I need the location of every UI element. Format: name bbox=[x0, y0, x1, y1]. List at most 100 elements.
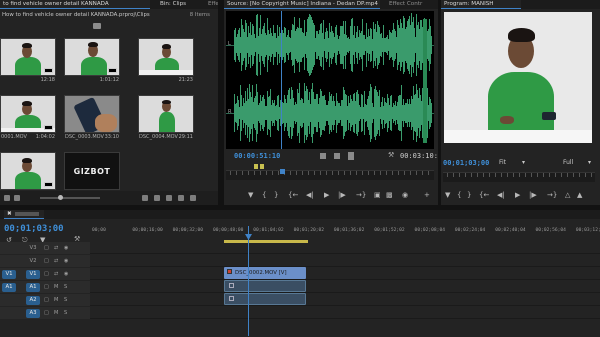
tab-effect-controls[interactable]: Effect Contr bbox=[386, 0, 438, 9]
source-playhead[interactable] bbox=[281, 11, 282, 149]
step-forward-icon[interactable]: |▶ bbox=[338, 190, 346, 200]
track-target-a3[interactable]: A3 bbox=[26, 309, 40, 318]
timeline-playhead[interactable] bbox=[248, 226, 249, 336]
track-row-v3[interactable]: V3 □ ⇄ ◉ bbox=[0, 242, 600, 254]
go-to-in-icon[interactable]: {← bbox=[479, 190, 489, 200]
sync-lock-icon[interactable]: ⇄ bbox=[54, 245, 58, 251]
find-icon[interactable] bbox=[154, 195, 160, 201]
folder-icon[interactable] bbox=[93, 23, 101, 29]
eye-icon[interactable]: ◉ bbox=[64, 258, 68, 264]
source-scrub-bar[interactable] bbox=[226, 170, 434, 180]
lock-icon[interactable]: □ bbox=[44, 310, 49, 316]
step-back-icon[interactable]: ◀| bbox=[497, 190, 505, 200]
clip-thumbnail[interactable]: GIZBOT bbox=[64, 152, 120, 190]
resolution-dropdown[interactable]: Full ▾ bbox=[563, 159, 593, 168]
wrench-icon[interactable]: ⚒ bbox=[388, 151, 394, 159]
clip-thumbnail[interactable]: 0001.MOV 1:04:02 bbox=[0, 95, 56, 142]
video-clip[interactable]: DSC_0002.MOV [V] bbox=[224, 267, 306, 279]
mute-button[interactable]: M bbox=[54, 297, 58, 303]
step-back-icon[interactable]: ◀| bbox=[306, 190, 314, 200]
new-item-icon[interactable] bbox=[178, 195, 184, 201]
out-point-marker-icon[interactable] bbox=[260, 164, 264, 169]
solo-button[interactable]: S bbox=[64, 310, 67, 316]
overwrite-button-icon[interactable]: ▩ bbox=[386, 190, 393, 200]
step-forward-icon[interactable]: |▶ bbox=[529, 190, 537, 200]
clip-thumbnail[interactable]: DSC_0003.MOV 33:10 bbox=[64, 95, 120, 142]
play-icon[interactable]: ▶ bbox=[324, 190, 329, 200]
tab-source[interactable]: Source: [No Copyright Music] Indiana - D… bbox=[224, 0, 380, 9]
lock-icon[interactable]: □ bbox=[44, 245, 49, 251]
track-target-v2[interactable]: V2 bbox=[26, 257, 40, 266]
track-target-v3[interactable]: V3 bbox=[26, 244, 40, 253]
tab-effects-partial[interactable]: Effects bbox=[205, 0, 218, 9]
program-scrub-bar[interactable] bbox=[443, 172, 595, 182]
mark-out-icon[interactable]: } bbox=[467, 190, 471, 200]
program-current-timecode[interactable]: 00;01;03;00 bbox=[443, 159, 489, 167]
sync-lock-icon[interactable]: ⇄ bbox=[54, 258, 58, 264]
icon-view-icon[interactable] bbox=[14, 195, 20, 201]
tab-sequence[interactable]: ✖ bbox=[4, 210, 44, 219]
mark-out-icon[interactable]: } bbox=[274, 190, 278, 200]
clip-thumbnail[interactable]: 1:01:12 bbox=[64, 38, 120, 85]
clip-thumbnail[interactable]: 21:23 bbox=[138, 38, 194, 85]
tab-project[interactable]: to find vehicle owner detail KANNADA bbox=[0, 0, 150, 9]
eye-icon[interactable]: ◉ bbox=[64, 271, 68, 277]
scrub-tick bbox=[350, 171, 351, 175]
timeline-timecode[interactable]: 00;01;03;00 bbox=[4, 224, 64, 234]
go-to-out-icon[interactable]: →} bbox=[356, 190, 366, 200]
drag-audio-icon[interactable] bbox=[348, 152, 354, 160]
insert-button-icon[interactable]: ▣ bbox=[374, 190, 381, 200]
automate-icon[interactable] bbox=[142, 195, 148, 201]
in-point-marker-icon[interactable] bbox=[254, 164, 258, 169]
solo-button[interactable]: S bbox=[64, 284, 67, 290]
tab-program[interactable]: Program: MANISH bbox=[441, 0, 521, 9]
track-row-a3[interactable]: A3 □ M S bbox=[0, 307, 600, 319]
mark-in-icon[interactable]: { bbox=[457, 190, 461, 200]
zoom-slider[interactable] bbox=[40, 197, 100, 199]
track-target-a2[interactable]: A2 bbox=[26, 296, 40, 305]
clip-thumbnail[interactable] bbox=[0, 152, 56, 190]
export-frame-icon[interactable]: ◉ bbox=[402, 190, 408, 200]
lift-icon[interactable]: △ bbox=[565, 190, 570, 200]
mark-in-icon[interactable]: { bbox=[262, 190, 266, 200]
extract-icon[interactable]: ▲ bbox=[577, 190, 582, 200]
audio-clip[interactable] bbox=[224, 293, 306, 305]
audio-waveform[interactable]: L R bbox=[226, 11, 434, 149]
lock-icon[interactable]: □ bbox=[44, 271, 49, 277]
go-to-out-icon[interactable]: →} bbox=[547, 190, 557, 200]
lock-icon[interactable]: □ bbox=[44, 258, 49, 264]
scrub-tick bbox=[320, 171, 321, 175]
lock-icon[interactable]: □ bbox=[44, 297, 49, 303]
program-video-frame[interactable] bbox=[444, 12, 592, 143]
add-marker-icon[interactable]: ▼ bbox=[248, 190, 253, 200]
lock-icon[interactable]: □ bbox=[44, 284, 49, 290]
source-current-timecode[interactable]: 00:00:51:10 bbox=[234, 152, 280, 160]
source-playhead-icon[interactable] bbox=[280, 169, 285, 174]
audio-clip[interactable] bbox=[224, 280, 306, 292]
add-button-icon[interactable]: + bbox=[424, 190, 430, 200]
play-icon[interactable]: ▶ bbox=[515, 190, 520, 200]
tab-bin-clips[interactable]: Bin: Clips bbox=[157, 0, 192, 9]
track-target-v1[interactable]: V1 bbox=[26, 270, 40, 279]
clip-thumbnail[interactable]: DSC_0004.MOV 29:11 bbox=[138, 95, 194, 142]
add-marker-icon[interactable]: ▼ bbox=[445, 190, 450, 200]
go-to-in-icon[interactable]: {← bbox=[288, 190, 298, 200]
mute-button[interactable]: M bbox=[54, 284, 58, 290]
zoom-dropdown[interactable]: Fit ▾ bbox=[499, 159, 527, 168]
source-patch-a1[interactable]: A1 bbox=[2, 283, 16, 292]
clip-thumbnail[interactable]: 12:18 bbox=[0, 38, 56, 85]
insert-icon[interactable] bbox=[320, 153, 326, 159]
sync-lock-icon[interactable]: ⇄ bbox=[54, 271, 58, 277]
track-row-v2[interactable]: V2 □ ⇄ ◉ bbox=[0, 255, 600, 267]
new-bin-icon[interactable] bbox=[166, 195, 172, 201]
clear-icon[interactable] bbox=[190, 195, 196, 201]
track-target-a1[interactable]: A1 bbox=[26, 283, 40, 292]
solo-button[interactable]: S bbox=[64, 297, 67, 303]
zoom-slider-knob[interactable] bbox=[58, 195, 63, 200]
list-view-icon[interactable] bbox=[4, 195, 10, 201]
eye-icon[interactable]: ◉ bbox=[64, 245, 68, 251]
timeline-ruler[interactable]: 00;00 00;00;16;00 00;00;32;00 00;00;48;00 00… bbox=[92, 226, 600, 240]
mute-button[interactable]: M bbox=[54, 310, 58, 316]
source-patch-v1[interactable]: V1 bbox=[2, 270, 16, 279]
drag-video-icon[interactable] bbox=[334, 153, 340, 159]
